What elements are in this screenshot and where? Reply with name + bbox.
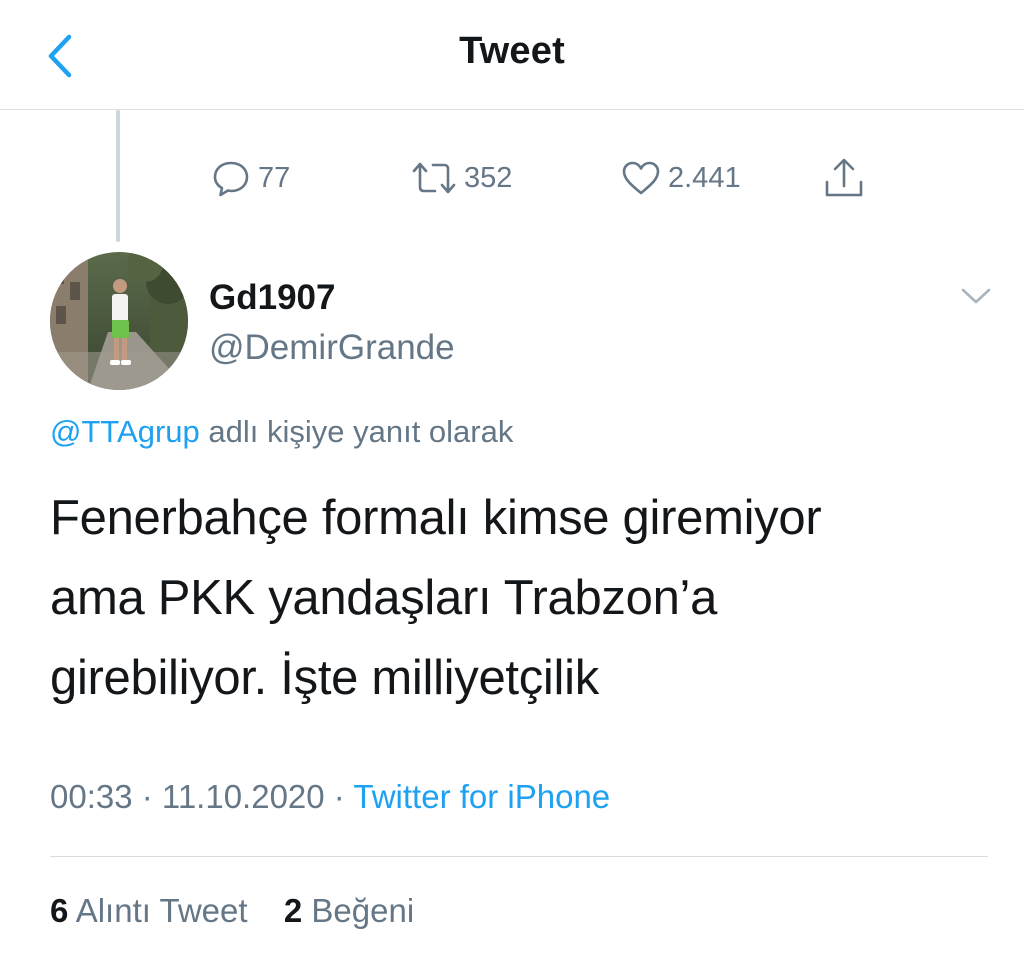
- tweet-text: Fenerbahçe formalı kimse giremiyor ama P…: [50, 478, 980, 718]
- divider: [50, 856, 988, 857]
- reply-button[interactable]: 77: [210, 150, 290, 206]
- retweet-button[interactable]: 352: [410, 150, 512, 206]
- likes-stat[interactable]: 2 Beğeni: [284, 892, 414, 929]
- likes-stat-label: Beğeni: [302, 892, 415, 929]
- retweet-count: 352: [464, 161, 513, 194]
- page-title: Tweet: [459, 30, 565, 72]
- speech-bubble-icon: [213, 161, 249, 197]
- heart-icon: [622, 161, 660, 195]
- tweet-text-line: girebiliyor. İşte milliyetçilik: [50, 651, 599, 705]
- avatar[interactable]: [50, 252, 188, 390]
- meta-separator: ·: [132, 778, 162, 815]
- reply-count: 77: [258, 161, 291, 194]
- meta-separator: ·: [324, 778, 354, 815]
- share-icon: [825, 158, 863, 197]
- chevron-down-icon: [961, 288, 991, 304]
- quote-tweets-count: 6: [50, 892, 69, 929]
- quote-tweets-stat[interactable]: 6 Alıntı Tweet: [50, 892, 248, 929]
- tweet-date: 11.10.2020: [161, 778, 325, 815]
- tweet-time: 00:33: [50, 778, 133, 815]
- parent-tweet-action-bar: 77 352 2.441: [0, 150, 1024, 206]
- like-button[interactable]: 2.441: [620, 150, 741, 206]
- engagement-stats: 6 Alıntı Tweet 2 Beğeni: [50, 892, 414, 930]
- share-button[interactable]: [820, 150, 868, 206]
- tweet-menu-button[interactable]: [956, 280, 996, 312]
- tweet-text-line: Fenerbahçe formalı kimse giremiyor: [50, 491, 822, 545]
- reply-context: @TTAgrup adlı kişiye yanıt olarak: [50, 414, 513, 450]
- tweet-text-line: ama PKK yandaşları Trabzon’a: [50, 571, 718, 625]
- quote-tweets-label: Alıntı Tweet: [68, 892, 248, 929]
- author-display-name[interactable]: Gd1907: [209, 278, 335, 318]
- tweet-metadata: 00:33 · 11.10.2020 · Twitter for iPhone: [50, 778, 610, 816]
- reply-mention-link[interactable]: @TTAgrup: [50, 414, 200, 449]
- navigation-header: Tweet: [0, 0, 1024, 110]
- author-handle[interactable]: @DemirGrande: [209, 328, 455, 368]
- like-count: 2.441: [668, 161, 741, 194]
- retweet-icon: [412, 162, 456, 194]
- tweet-source-link[interactable]: Twitter for iPhone: [353, 778, 610, 815]
- likes-stat-count: 2: [283, 892, 303, 929]
- reply-context-text: adlı kişiye yanıt olarak: [199, 414, 514, 449]
